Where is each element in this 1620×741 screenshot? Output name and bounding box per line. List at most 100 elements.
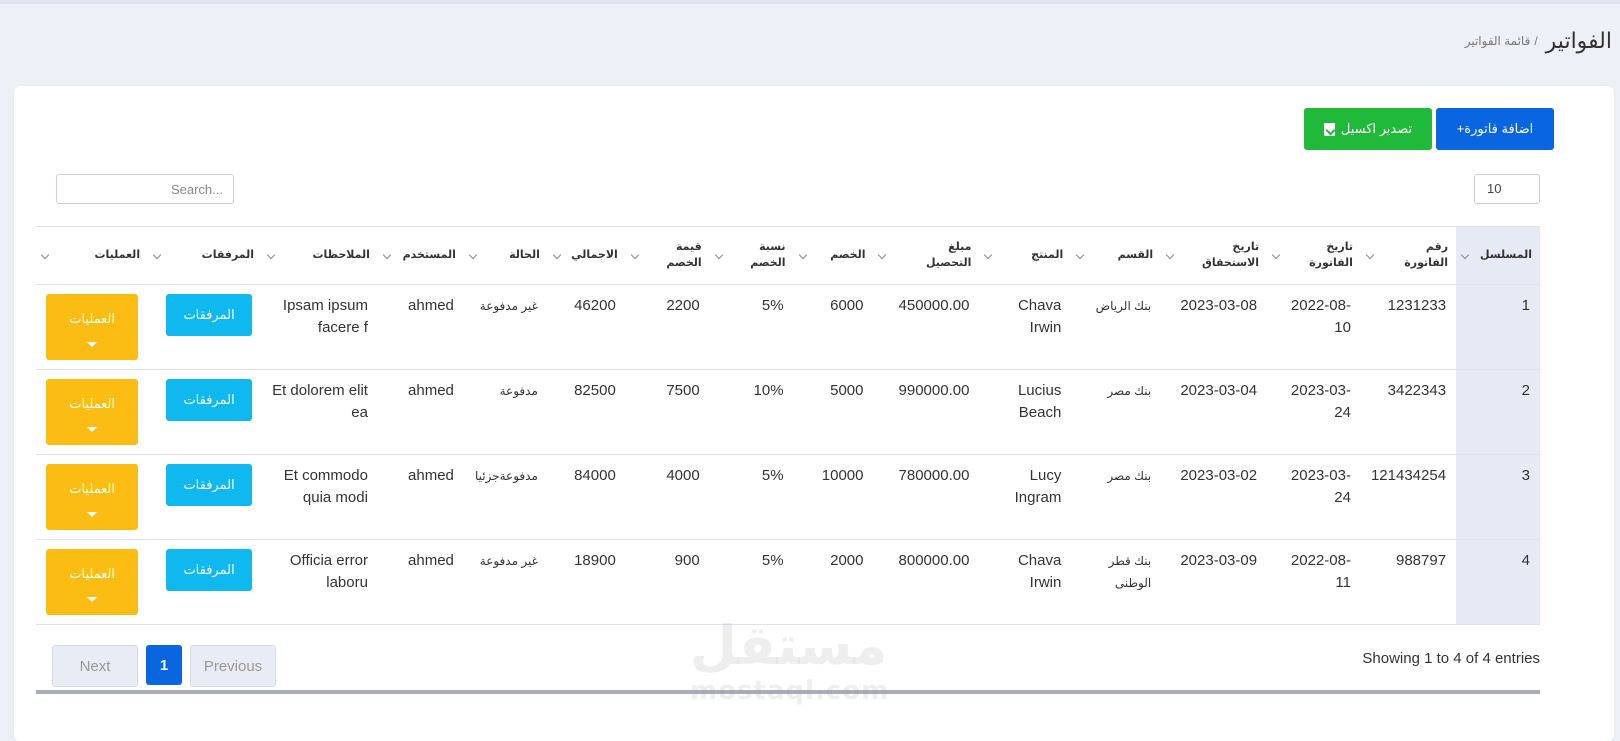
attachments-button[interactable]: المرفقات: [166, 549, 253, 591]
cell-operations: العمليات: [36, 370, 148, 455]
attachments-button[interactable]: المرفقات: [166, 464, 253, 506]
cell-discount-rate: 5%: [761, 467, 784, 484]
sort-icon: [40, 250, 50, 259]
cell-invoice-date: 2023-03-24: [1290, 382, 1351, 421]
cell-product: Lucy Ingram: [1014, 467, 1062, 506]
cell-operations: العمليات: [36, 285, 148, 370]
cell-notes: Et commodo quia modi: [283, 467, 368, 506]
cell-invoice-number: 988797: [1396, 552, 1447, 569]
cell-operations: العمليات: [36, 540, 148, 625]
column-header-status[interactable]: الحالة: [464, 227, 548, 285]
cell-status: غير مدفوعة: [479, 299, 538, 313]
add-invoice-label: +اضافة فاتورة: [1456, 121, 1534, 136]
column-header-operations[interactable]: العمليات: [36, 227, 148, 285]
sort-icon: [152, 250, 162, 259]
cell-section: بنك الرياض: [1095, 299, 1152, 313]
cell-user: ahmed: [408, 467, 454, 484]
caret-down-icon: [87, 341, 98, 347]
cell-status: مدفوعةجزئيا: [474, 469, 538, 483]
cell-invoice-date: 2023-03-24: [1290, 467, 1351, 506]
operations-label: العمليات: [69, 395, 115, 411]
page-length-select[interactable]: 10: [1474, 174, 1540, 204]
column-header-section[interactable]: القسم: [1071, 227, 1161, 285]
breadcrumb-current[interactable]: قائمة الفواتير: [1465, 34, 1531, 48]
cell-notes: Officia error laboru: [289, 552, 368, 591]
cell-amount: 800000.00: [898, 552, 970, 569]
cell-discount-rate: 5%: [761, 297, 784, 314]
watermark-arabic: مستقل: [690, 614, 888, 677]
sort-icon: [984, 250, 993, 259]
sort-icon: [798, 250, 807, 259]
operations-label: العمليات: [69, 480, 115, 496]
table-row: 4 988797 2022-08-11 2023-03-09 بنك قطر ا…: [36, 539, 1540, 625]
operations-dropdown-button[interactable]: العمليات: [46, 549, 139, 615]
operations-label: العمليات: [69, 565, 115, 581]
table-info: Showing 1 to 4 of 4 entries: [1362, 650, 1540, 667]
column-header-discount-value[interactable]: قيمة الخصم: [626, 227, 710, 285]
sort-icon: [1460, 250, 1470, 259]
column-header-notes[interactable]: الملاحظات: [262, 227, 378, 285]
cell-notes: Et dolorem elit ea: [272, 382, 368, 421]
sort-icon: [266, 250, 276, 259]
column-header-due-date[interactable]: تاريخ الاستحقاق: [1161, 227, 1267, 285]
page-header: الفواتير / قائمة الفواتير: [1465, 28, 1612, 54]
horizontal-scrollbar[interactable]: [36, 690, 1540, 694]
caret-down-icon: [87, 426, 98, 432]
cell-invoice-number: 3422343: [1387, 382, 1447, 399]
file-download-icon: [1323, 122, 1335, 136]
cell-due-date: 2023-03-08: [1180, 297, 1258, 314]
cell-discount: 10000: [821, 467, 864, 484]
cell-user: ahmed: [408, 552, 454, 569]
page-title: الفواتير: [1545, 28, 1612, 53]
operations-dropdown-button[interactable]: العمليات: [46, 379, 139, 445]
column-header-total[interactable]: الاجمالي: [548, 227, 626, 285]
cell-notes: Ipsam ipsum facere f: [282, 297, 368, 336]
cell-attachments: المرفقات: [148, 540, 262, 625]
sort-icon: [468, 250, 478, 259]
table-row: 3 121434254 2023-03-24 2023-03-02 بنك مص…: [36, 454, 1540, 540]
column-header-serial[interactable]: المسلسل: [1456, 226, 1540, 285]
column-header-user[interactable]: المستخدم: [378, 227, 464, 285]
column-header-attachments[interactable]: المرفقات: [148, 227, 262, 285]
table-header-row: المسلسل رقم الفاتورة تاريخ الفاتورة تاري…: [36, 226, 1540, 285]
table-row: 1 1231233 2022-08-10 2023-03-08 بنك الري…: [36, 284, 1540, 370]
cell-due-date: 2023-03-02: [1180, 467, 1258, 484]
column-header-product[interactable]: المنتج: [979, 227, 1071, 285]
column-header-discount[interactable]: الخصم: [794, 227, 874, 285]
sort-icon: [1165, 250, 1175, 259]
cell-discount-rate: 5%: [761, 552, 784, 569]
cell-serial: 4: [1456, 539, 1540, 625]
export-excel-label: تصدير اكسيل: [1340, 121, 1413, 136]
export-excel-button[interactable]: تصدير اكسيل: [1304, 108, 1432, 150]
add-invoice-button[interactable]: +اضافة فاتورة: [1436, 108, 1554, 150]
cell-product: Chava Irwin: [1017, 552, 1062, 591]
cell-due-date: 2023-03-09: [1180, 552, 1258, 569]
column-header-discount-rate[interactable]: نسبة الخصم: [710, 227, 794, 285]
previous-page-button[interactable]: Previous: [190, 645, 276, 687]
invoices-card: +اضافة فاتورة تصدير اكسيل 10 المسلسل رقم…: [14, 86, 1614, 741]
cell-invoice-date: 2022-08-10: [1290, 297, 1351, 336]
operations-dropdown-button[interactable]: العمليات: [46, 464, 139, 530]
cell-amount: 990000.00: [898, 382, 970, 399]
cell-invoice-number: 1231233: [1387, 297, 1447, 314]
column-header-invoice-date[interactable]: تاريخ الفاتورة: [1267, 227, 1361, 285]
cell-discount-value: 7500: [666, 382, 700, 399]
operations-dropdown-button[interactable]: العمليات: [46, 294, 139, 360]
cell-product: Chava Irwin: [1017, 297, 1062, 336]
caret-down-icon: [87, 596, 98, 602]
search-input[interactable]: [56, 174, 234, 204]
column-header-amount[interactable]: مبلغ التحصيل: [873, 227, 979, 285]
next-page-button[interactable]: Next: [52, 645, 138, 687]
attachments-button[interactable]: المرفقات: [166, 294, 253, 336]
attachments-button[interactable]: المرفقات: [166, 379, 253, 421]
cell-attachments: المرفقات: [148, 285, 262, 370]
cell-invoice-date: 2022-08-11: [1290, 552, 1351, 591]
invoices-table: المسلسل رقم الفاتورة تاريخ الفاتورة تاري…: [36, 226, 1540, 625]
cell-amount: 450000.00: [898, 297, 970, 314]
cell-due-date: 2023-03-04: [1180, 382, 1258, 399]
column-header-invoice-number[interactable]: رقم الفاتورة: [1361, 227, 1456, 285]
cell-section: بنك مصر: [1107, 469, 1152, 483]
sort-icon: [1076, 250, 1085, 259]
sort-icon: [382, 250, 392, 259]
page-1-button[interactable]: 1: [146, 645, 182, 685]
